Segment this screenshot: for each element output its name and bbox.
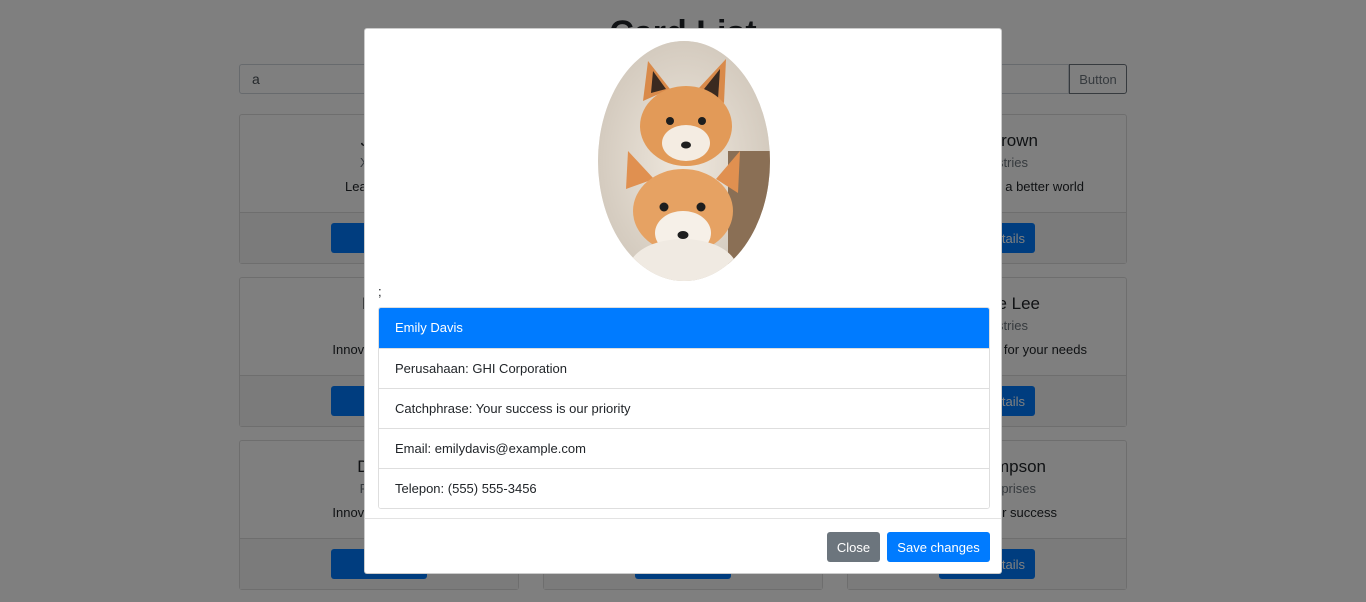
fox-photo-image bbox=[598, 41, 770, 281]
save-changes-button[interactable]: Save changes bbox=[887, 532, 990, 562]
profile-catchphrase-item: Catchphrase: Your success is our priorit… bbox=[379, 388, 989, 428]
profile-email-item: Email: emilydavis@example.com bbox=[379, 428, 989, 468]
profile-avatar bbox=[598, 41, 770, 281]
profile-name-item: Emily Davis bbox=[379, 308, 989, 348]
profile-phone-item: Telepon: (555) 555-3456 bbox=[379, 468, 989, 508]
profile-modal: ; Emily Davis Perusahaan: GHI Corporatio… bbox=[364, 28, 1002, 574]
close-button[interactable]: Close bbox=[827, 532, 880, 562]
profile-details-list: Emily Davis Perusahaan: GHI Corporation … bbox=[378, 307, 990, 509]
profile-company-item: Perusahaan: GHI Corporation bbox=[379, 348, 989, 388]
modal-footer: Close Save changes bbox=[365, 518, 1001, 575]
stray-text: ; bbox=[378, 284, 382, 299]
